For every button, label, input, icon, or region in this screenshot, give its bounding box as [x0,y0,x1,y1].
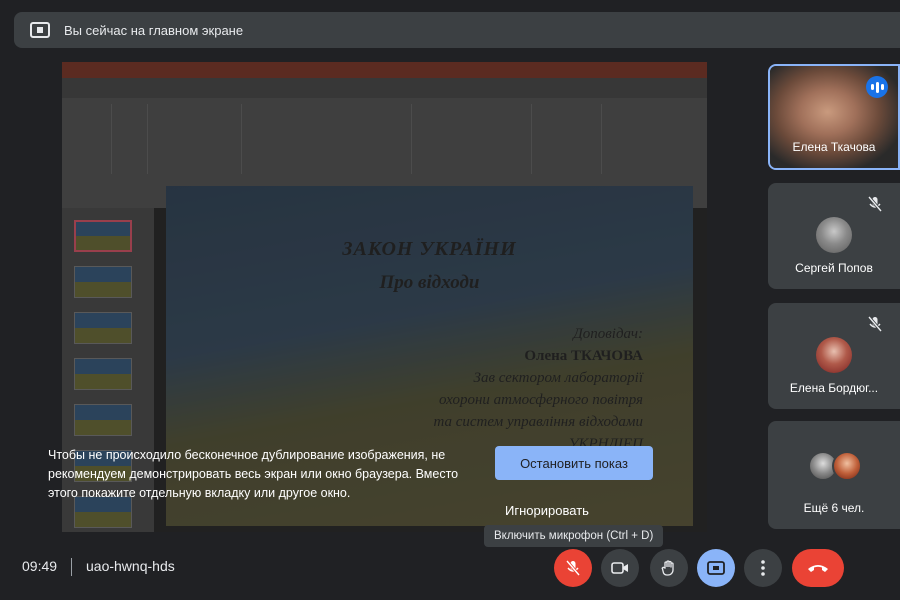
presenting-banner: Вы сейчас на главном экране [14,12,900,48]
more-participants-tile[interactable]: Ещё 6 чел. [768,421,900,529]
raise-hand-button[interactable] [650,549,688,587]
call-end-icon [808,565,828,572]
more-vert-icon [761,560,765,576]
leave-call-button[interactable] [792,549,844,587]
participant-tile[interactable]: Елена Бордюг... [768,303,900,409]
participant-name: Елена Бордюг... [789,381,879,395]
mic-off-icon [565,560,581,576]
stop-presenting-button[interactable]: Остановить показ [495,446,653,480]
more-options-button[interactable] [744,549,782,587]
banner-text: Вы сейчас на главном экране [64,22,244,38]
present-screen-icon [30,22,50,38]
duplication-warning-text: Чтобы не происходило бесконечное дублиро… [48,448,459,500]
present-icon [707,561,725,575]
participant-tile[interactable]: Елена Ткачова [768,64,900,170]
divider [71,558,72,576]
raise-hand-icon [661,560,674,576]
mic-off-icon [867,196,883,212]
mic-toggle-button[interactable] [554,549,592,587]
mic-tooltip: Включить микрофон (Ctrl + D) [484,525,664,547]
avatar [816,217,852,253]
meeting-time: 09:49 [22,558,58,574]
participant-name: Сергей Попов [795,261,873,275]
ignore-button[interactable]: Игнорировать [495,500,599,520]
meeting-code: uao-hwnq-hds [86,558,175,574]
more-participants-label: Ещё 6 чел. [803,501,865,515]
participant-tile[interactable]: Сергей Попов [768,183,900,289]
avatar [816,337,852,373]
camera-toggle-button[interactable] [601,549,639,587]
present-button[interactable] [697,549,735,587]
participant-name: Елена Ткачова [792,140,876,154]
avatar [832,451,862,481]
mic-off-icon [867,316,883,332]
speaking-indicator-icon [866,76,888,98]
camera-icon [611,562,628,574]
